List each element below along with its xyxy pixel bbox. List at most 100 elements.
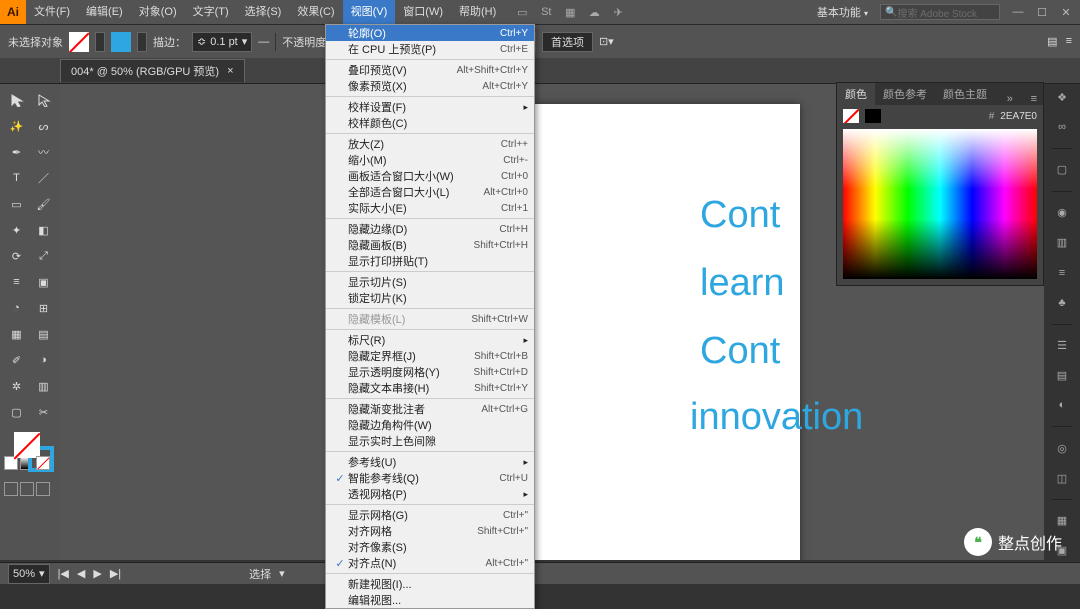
menu-item[interactable]: 全部适合窗口大小(L)Alt+Ctrl+0 — [326, 184, 534, 200]
menu-item[interactable]: 选择(S) — [237, 0, 290, 24]
magic-wand-tool[interactable]: ✨ — [4, 114, 29, 138]
draw-behind-icon[interactable] — [20, 482, 34, 496]
draw-normal-icon[interactable] — [4, 482, 18, 496]
canvas-text[interactable]: innovation — [690, 396, 863, 439]
eraser-tool[interactable]: ◧ — [31, 218, 56, 242]
menu-item[interactable]: 新建视图(I)... — [326, 576, 534, 592]
minimize-icon[interactable]: — — [1012, 6, 1024, 18]
color-panel-icon[interactable]: ◉ — [1050, 204, 1074, 222]
menu-item[interactable]: 叠印预览(V)Alt+Shift+Ctrl+Y — [326, 62, 534, 78]
rectangle-tool[interactable]: ▭ — [4, 192, 29, 216]
swatches-panel-icon[interactable]: ▥ — [1050, 234, 1074, 252]
prefs-button[interactable]: 首选项 — [542, 32, 593, 52]
close-icon[interactable]: ✕ — [1060, 6, 1072, 18]
menu-item[interactable]: 隐藏画板(B)Shift+Ctrl+H — [326, 237, 534, 253]
workspace-switcher[interactable]: 基本功能 ▾ — [817, 4, 868, 20]
menu-item[interactable]: 对齐网格Shift+Ctrl+" — [326, 523, 534, 539]
color-panel-tab-themes[interactable]: 颜色主题 — [935, 83, 995, 105]
menu-item[interactable]: 窗口(W) — [395, 0, 451, 24]
panel-menu-icon[interactable]: ≡ — [1066, 35, 1072, 48]
menu-item[interactable]: 像素预览(X)Alt+Ctrl+Y — [326, 78, 534, 94]
menu-item[interactable]: 编辑视图... — [326, 592, 534, 608]
paintbrush-tool[interactable]: 🖌 — [31, 192, 56, 216]
fill-swatch-dropdown[interactable] — [95, 32, 105, 52]
artboards-panel-icon[interactable]: ▢ — [1050, 161, 1074, 179]
menu-item[interactable]: 校样颜色(C) — [326, 115, 534, 131]
menu-item[interactable]: ✓对齐点(N)Alt+Ctrl+" — [326, 555, 534, 571]
cloud-icon[interactable]: ☁ — [586, 4, 602, 20]
blend-tool[interactable]: ◑ — [31, 348, 56, 372]
color-spectrum[interactable] — [843, 129, 1037, 279]
shape-builder-tool[interactable]: ◔ — [4, 296, 29, 320]
menu-item[interactable]: 轮廓(O)Ctrl+Y — [326, 25, 534, 41]
slice-tool[interactable]: ✂ — [31, 400, 56, 424]
mesh-tool[interactable]: ▦ — [4, 322, 29, 346]
menu-item[interactable]: 放大(Z)Ctrl++ — [326, 136, 534, 152]
menu-item[interactable]: 画板适合窗口大小(W)Ctrl+0 — [326, 168, 534, 184]
artboard-tool[interactable]: ▢ — [4, 400, 29, 424]
menu-item[interactable]: 隐藏定界框(J)Shift+Ctrl+B — [326, 348, 534, 364]
menu-item[interactable]: 显示打印拼贴(T) — [326, 253, 534, 269]
none-mode-icon[interactable] — [36, 456, 50, 470]
artboard-nav-last[interactable]: ▶| — [110, 567, 121, 580]
gradient-panel-icon[interactable]: ▤ — [1050, 366, 1074, 384]
menu-item[interactable]: 隐藏边角构件(W) — [326, 417, 534, 433]
zoom-input[interactable]: 50% ▾ — [8, 564, 50, 584]
stroke-swatch-dropdown[interactable] — [137, 32, 147, 52]
graphic-styles-panel-icon[interactable]: ◫ — [1050, 469, 1074, 487]
color-panel-collapse-icon[interactable]: » — [1001, 93, 1019, 105]
color-panel-tab-guide[interactable]: 颜色参考 — [875, 83, 935, 105]
canvas-text[interactable]: Cont — [700, 194, 780, 237]
color-panel-stroke-swatch[interactable] — [865, 109, 881, 123]
appearance-panel-icon[interactable]: ◎ — [1050, 439, 1074, 457]
canvas-text[interactable]: Cont — [700, 330, 780, 373]
menu-item[interactable]: 对象(O) — [131, 0, 185, 24]
menu-item[interactable]: 校样设置(F) — [326, 99, 534, 115]
layers-panel-icon[interactable]: ❖ — [1050, 88, 1074, 106]
selection-tool[interactable] — [4, 88, 29, 112]
curvature-tool[interactable]: 〰 — [31, 140, 56, 164]
pen-tool[interactable]: ✒ — [4, 140, 29, 164]
fill-swatch[interactable] — [69, 32, 89, 52]
artboard-nav-next[interactable]: ▶ — [93, 567, 101, 580]
document-tab[interactable]: 004* @ 50% (RGB/GPU 预览) × — [60, 59, 245, 82]
free-transform-tool[interactable]: ▣ — [31, 270, 56, 294]
stroke-panel-icon[interactable]: ☰ — [1050, 336, 1074, 354]
lasso-tool[interactable]: ᔕ — [31, 114, 56, 138]
symbols-panel-icon[interactable]: ♣ — [1050, 294, 1074, 312]
transparency-panel-icon[interactable]: ◐ — [1050, 396, 1074, 414]
artboard-nav-prev[interactable]: ◀ — [77, 567, 85, 580]
color-panel-fill-swatch[interactable] — [843, 109, 859, 123]
menu-item[interactable]: 隐藏文本串接(H)Shift+Ctrl+Y — [326, 380, 534, 396]
menu-item[interactable]: 缩小(M)Ctrl+- — [326, 152, 534, 168]
arrange-icon[interactable]: ▦ — [562, 4, 578, 20]
doc-mode-icon[interactable]: ▭ — [514, 4, 530, 20]
menu-item[interactable]: 帮助(H) — [451, 0, 504, 24]
menu-item[interactable]: 参考线(U) — [326, 454, 534, 470]
scale-tool[interactable]: ⤢ — [31, 244, 56, 268]
menu-item[interactable]: 实际大小(E)Ctrl+1 — [326, 200, 534, 216]
menu-item[interactable]: 显示切片(S) — [326, 274, 534, 290]
hex-value[interactable]: 2EA7E0 — [1000, 111, 1037, 122]
menu-item[interactable]: 显示实时上色间隙 — [326, 433, 534, 449]
menu-item[interactable]: 文件(F) — [26, 0, 78, 24]
menu-item[interactable]: 对齐像素(S) — [326, 539, 534, 555]
status-dropdown-icon[interactable]: ▾ — [279, 567, 285, 580]
menu-item[interactable]: 透视网格(P) — [326, 486, 534, 502]
panel-toggle-icon[interactable]: ▤ — [1047, 35, 1057, 48]
menu-item[interactable]: 标尺(R) — [326, 332, 534, 348]
menu-item[interactable]: 效果(C) — [289, 0, 342, 24]
menu-item[interactable]: 视图(V) — [343, 0, 396, 24]
column-graph-tool[interactable]: ▥ — [31, 374, 56, 398]
line-tool[interactable]: ／ — [31, 166, 56, 190]
menu-item[interactable]: 显示透明度网格(Y)Shift+Ctrl+D — [326, 364, 534, 380]
layout-icon[interactable]: St — [538, 4, 554, 20]
type-tool[interactable]: T — [4, 166, 29, 190]
menu-item[interactable]: 在 CPU 上预览(P)Ctrl+E — [326, 41, 534, 57]
menu-item[interactable]: ✓智能参考线(Q)Ctrl+U — [326, 470, 534, 486]
perspective-grid-tool[interactable]: ⊞ — [31, 296, 56, 320]
stock-search[interactable]: 🔍 搜索 Adobe Stock — [880, 4, 1000, 20]
canvas-text[interactable]: learn — [700, 262, 785, 305]
shaper-tool[interactable]: ✦ — [4, 218, 29, 242]
draw-inside-icon[interactable] — [36, 482, 50, 496]
